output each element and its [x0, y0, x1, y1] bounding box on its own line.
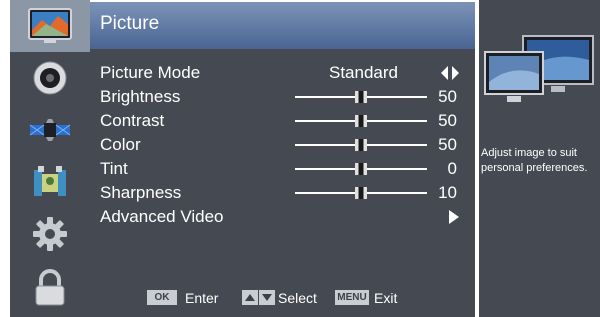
- sharpness-slider[interactable]: [295, 187, 427, 199]
- contrast-row[interactable]: Contrast 50: [100, 109, 465, 133]
- advanced-video-label: Advanced Video: [100, 207, 224, 226]
- setup-gear-icon: [33, 217, 67, 251]
- ok-key-badge: OK: [147, 290, 177, 305]
- help-text: Adjust image to suit personal preference…: [481, 147, 588, 174]
- parental-lock-icon: [34, 166, 66, 196]
- left-right-arrow-icon[interactable]: [441, 66, 459, 80]
- contrast-label: Contrast: [100, 111, 165, 130]
- category-channel[interactable]: [10, 104, 90, 156]
- tv-menu-screen: Picture Picture Mode Standard Brightness…: [0, 0, 600, 317]
- contrast-value: 50: [438, 111, 457, 130]
- menu-header: Picture: [90, 2, 475, 49]
- category-sidebar: [10, 0, 90, 317]
- sharpness-row[interactable]: Sharpness 10: [100, 181, 465, 205]
- brightness-slider[interactable]: [295, 91, 427, 103]
- color-slider[interactable]: [295, 139, 427, 151]
- contrast-slider-thumb[interactable]: [355, 115, 367, 127]
- picture-icon: [28, 8, 72, 43]
- picture-mode-label: Picture Mode: [100, 63, 201, 82]
- category-setup[interactable]: [10, 208, 90, 260]
- brightness-label: Brightness: [100, 87, 181, 106]
- tint-slider-thumb[interactable]: [355, 163, 367, 175]
- picture-mode-value: Standard: [329, 63, 398, 82]
- category-picture[interactable]: [10, 0, 90, 52]
- color-row[interactable]: Color 50: [100, 133, 465, 157]
- tint-value: 0: [447, 159, 457, 178]
- advanced-video-row[interactable]: Advanced Video: [100, 205, 465, 229]
- color-value: 50: [438, 135, 457, 154]
- contrast-slider[interactable]: [295, 115, 427, 127]
- audio-speaker-icon: [33, 61, 67, 95]
- tint-label: Tint: [100, 159, 128, 178]
- sharpness-slider-thumb[interactable]: [355, 187, 367, 199]
- lock-icon: [35, 269, 65, 306]
- sharpness-label: Sharpness: [100, 183, 182, 202]
- up-arrow-key-icon: [242, 290, 258, 305]
- category-lock[interactable]: [10, 262, 90, 314]
- info-panel: Adjust image to suit personal preference…: [479, 0, 600, 317]
- down-arrow-key-icon: [259, 290, 275, 305]
- ok-hint-label: Enter: [185, 290, 219, 306]
- select-hint-label: Select: [278, 290, 317, 306]
- color-slider-thumb[interactable]: [355, 139, 367, 151]
- key-hints: OK Enter Select MENU Exit: [90, 287, 475, 309]
- page-title: Picture: [100, 13, 160, 34]
- picture-mode-row[interactable]: Picture Mode Standard: [100, 61, 465, 85]
- channel-satellite-icon: [29, 119, 71, 141]
- category-parental[interactable]: [10, 156, 90, 208]
- picture-settings-panel: Picture Mode Standard Brightness 50 Cont…: [90, 49, 475, 317]
- menu-key-badge: MENU: [335, 290, 369, 305]
- tv-preview-image: [484, 35, 594, 102]
- category-audio[interactable]: [10, 52, 90, 104]
- color-label: Color: [100, 135, 141, 154]
- sharpness-value: 10: [438, 183, 457, 202]
- brightness-row[interactable]: Brightness 50: [100, 85, 465, 109]
- brightness-slider-thumb[interactable]: [355, 91, 367, 103]
- right-arrow-icon[interactable]: [449, 210, 459, 224]
- exit-hint-label: Exit: [374, 290, 398, 306]
- brightness-value: 50: [438, 87, 457, 106]
- tint-slider[interactable]: [295, 163, 427, 175]
- tint-row[interactable]: Tint 0: [100, 157, 465, 181]
